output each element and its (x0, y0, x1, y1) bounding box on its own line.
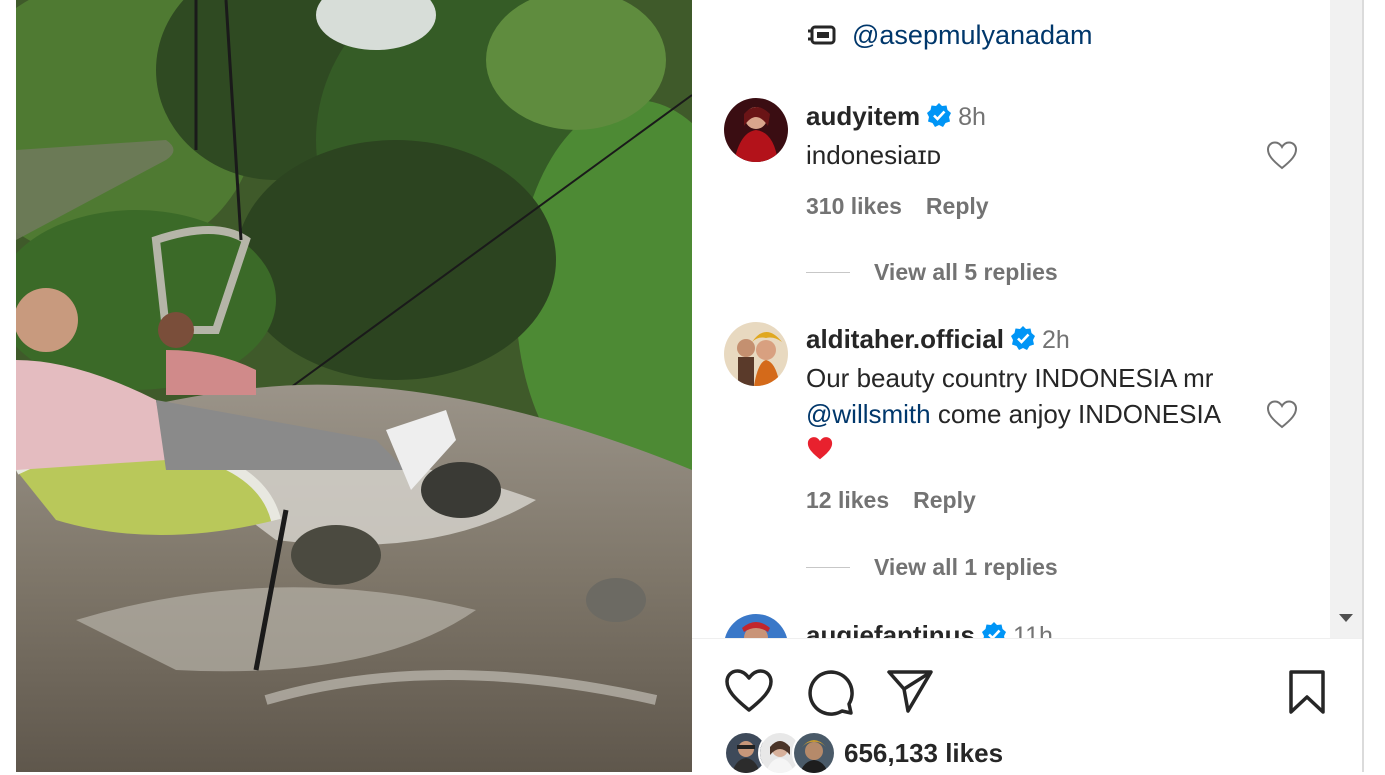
comment-text: indonesiaɪᴅ (806, 140, 941, 170)
view-replies-label[interactable]: View all 1 replies (874, 554, 1058, 581)
caption-mention-link[interactable]: @asepmulyanadam (852, 20, 1093, 51)
divider (806, 272, 850, 273)
share-icon[interactable] (886, 668, 934, 714)
comment-time: 8h (958, 103, 986, 131)
comment-meta: 12 likes Reply (806, 487, 976, 514)
comment-header: alditaher.official 2h (806, 324, 1070, 355)
comment-likes[interactable]: 310 likes (806, 193, 902, 220)
comment-partial: augiefantinus 11h (724, 614, 1324, 638)
likes-count[interactable]: 656,133 likes (844, 738, 1003, 769)
likes-row: 656,133 likes (724, 731, 1003, 775)
comment-header: augiefantinus 11h (806, 620, 1053, 638)
comment-icon[interactable] (806, 668, 854, 716)
heart-icon[interactable] (724, 668, 774, 714)
scroll-down-arrow[interactable] (1339, 614, 1353, 622)
heart-icon[interactable] (1266, 399, 1298, 429)
verified-icon (927, 103, 952, 127)
divider (806, 567, 850, 568)
avatar[interactable] (724, 614, 788, 638)
user-mention-link[interactable]: @willsmith (806, 399, 931, 429)
bookmark-icon[interactable] (1288, 669, 1326, 715)
panel-border (1362, 0, 1364, 772)
comment-line: @willsmith come anjoy INDONESIA (806, 396, 1256, 432)
left-margin (0, 0, 16, 772)
comment-likes[interactable]: 12 likes (806, 487, 889, 514)
scrollbar[interactable] (1330, 0, 1362, 638)
avatar[interactable] (724, 322, 788, 386)
comment-username[interactable]: audyitem (806, 101, 920, 131)
comment-username[interactable]: alditaher.official (806, 324, 1004, 354)
red-heart-emoji (807, 437, 833, 460)
comment-time: 2h (1041, 326, 1070, 354)
reply-button[interactable]: Reply (926, 193, 989, 220)
view-replies-label[interactable]: View all 5 replies (874, 259, 1058, 286)
comment-time: 11h (1013, 622, 1053, 638)
comment-emoji (806, 434, 1256, 470)
avatar[interactable] (724, 98, 788, 162)
comment-meta: 310 likes Reply (806, 193, 989, 220)
comment-line-rest: come anjoy INDONESIA (930, 399, 1222, 429)
comment-username[interactable]: augiefantinus (806, 620, 975, 638)
view-replies-button[interactable]: View all 5 replies (806, 259, 1058, 286)
comment-text: Our beauty country INDONESIA mr @willsmi… (806, 360, 1256, 470)
comment-line: Our beauty country INDONESIA mr (806, 363, 1214, 393)
heart-icon[interactable] (1266, 140, 1298, 170)
view-replies-button[interactable]: View all 1 replies (806, 554, 1058, 581)
caption-mention-row: @asepmulyanadam (808, 18, 1093, 52)
post-video[interactable] (16, 0, 692, 772)
tv-icon (808, 25, 836, 45)
comment-header: audyitem 8h (806, 101, 986, 132)
verified-icon (1010, 326, 1035, 350)
liker-avatar (792, 731, 836, 775)
reply-button[interactable]: Reply (913, 487, 976, 514)
verified-icon (982, 622, 1007, 638)
